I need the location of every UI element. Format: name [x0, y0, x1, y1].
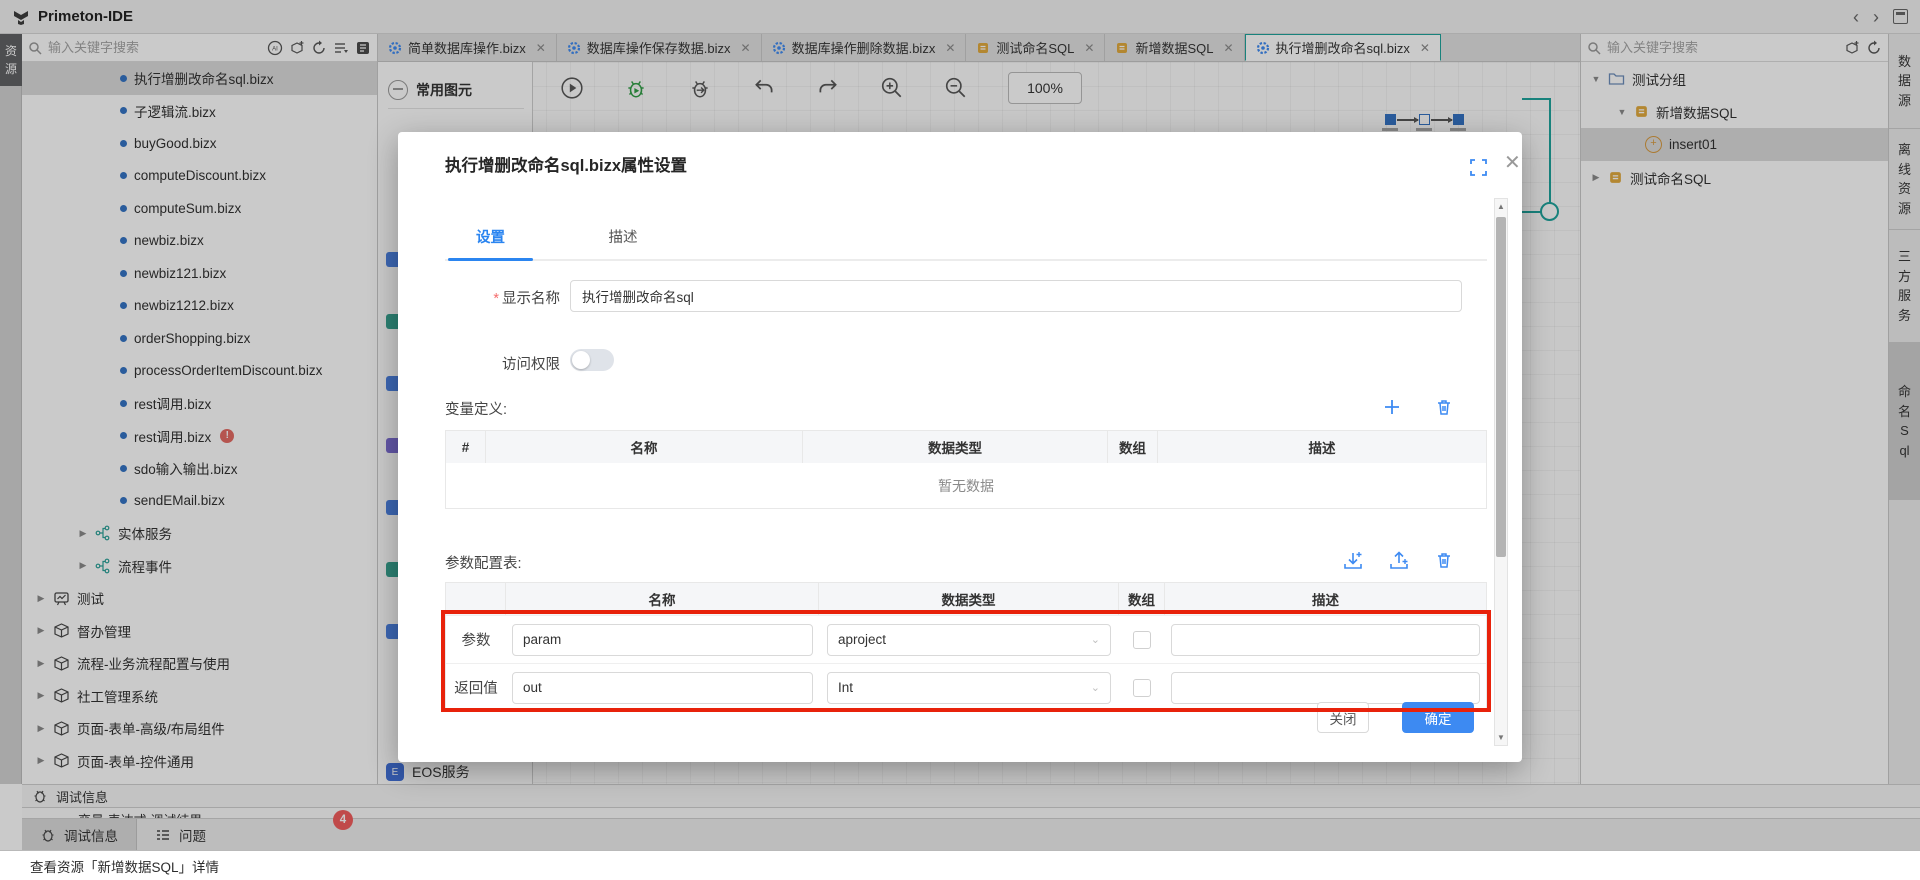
return-name-input[interactable] — [512, 672, 813, 704]
confirm-button[interactable]: 确定 — [1402, 702, 1474, 733]
variables-section-label: 变量定义: — [445, 398, 507, 419]
dialog-tab-description[interactable]: 描述 — [598, 226, 648, 256]
close-button[interactable]: 关闭 — [1317, 702, 1369, 733]
add-variable-icon[interactable] — [1382, 397, 1402, 417]
dialog-tab-settings[interactable]: 设置 — [448, 226, 533, 256]
param-row: 参数 aproject⌄ — [446, 615, 1486, 663]
variables-table: # 名称 数据类型 数组 描述 暂无数据 — [445, 430, 1487, 509]
required-mark: * — [493, 291, 499, 307]
close-dialog-icon[interactable]: ✕ — [1504, 150, 1521, 175]
display-name-label: *显示名称 — [445, 287, 560, 308]
return-array-checkbox[interactable] — [1133, 679, 1151, 697]
param-desc-input[interactable] — [1171, 624, 1480, 656]
app-window: Primeton-IDE ‹ › 资源 AI — [0, 0, 1920, 880]
params-table-header: 名称 数据类型 数组 描述 — [446, 583, 1486, 615]
chevron-down-icon: ⌄ — [1091, 633, 1100, 646]
export-params-icon[interactable] — [1388, 550, 1410, 572]
param-row-label: 返回值 — [446, 664, 506, 711]
access-label: 访问权限 — [445, 353, 560, 374]
scroll-up-icon[interactable]: ▲ — [1495, 202, 1507, 211]
chevron-down-icon: ⌄ — [1091, 681, 1100, 694]
fullscreen-icon[interactable] — [1470, 159, 1487, 176]
param-type-select[interactable]: aproject⌄ — [827, 624, 1111, 656]
display-name-input[interactable] — [570, 280, 1462, 312]
params-section-label: 参数配置表: — [445, 552, 522, 573]
param-array-checkbox[interactable] — [1133, 631, 1151, 649]
import-params-icon[interactable] — [1342, 550, 1364, 572]
status-bar: 查看资源「新增数据SQL」详情 — [0, 850, 1920, 880]
status-text: 查看资源「新增数据SQL」详情 — [30, 856, 219, 876]
scroll-down-icon[interactable]: ▼ — [1495, 733, 1507, 742]
active-tab-underline — [448, 258, 533, 261]
properties-dialog: 执行增删改命名sql.bizx属性设置 ✕ 设置 描述 *显示名称 访问权限 变… — [398, 132, 1522, 762]
delete-variable-icon[interactable] — [1434, 397, 1454, 417]
variables-table-header: # 名称 数据类型 数组 描述 — [446, 431, 1486, 463]
modal-scrollbar[interactable]: ▲ ▼ — [1494, 198, 1508, 746]
param-row-label: 参数 — [446, 616, 506, 663]
dialog-title: 执行增删改命名sql.bizx属性设置 — [445, 152, 687, 176]
scrollbar-thumb[interactable] — [1496, 217, 1506, 557]
access-toggle[interactable] — [570, 349, 614, 371]
empty-table-text: 暂无数据 — [446, 463, 1486, 508]
param-name-input[interactable] — [512, 624, 813, 656]
toggle-knob — [572, 351, 590, 369]
tab-divider — [445, 259, 1487, 261]
params-table: 名称 数据类型 数组 描述 参数 aproject⌄ 返回值 Int⌄ — [445, 582, 1487, 712]
return-type-select[interactable]: Int⌄ — [827, 672, 1111, 704]
delete-param-icon[interactable] — [1434, 550, 1454, 570]
return-desc-input[interactable] — [1171, 672, 1480, 704]
